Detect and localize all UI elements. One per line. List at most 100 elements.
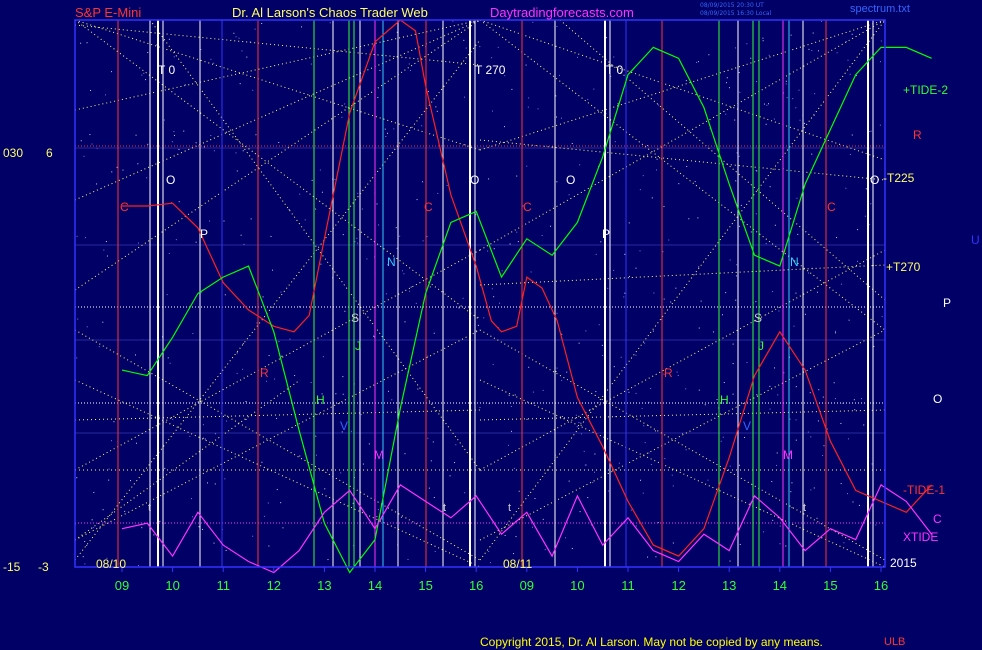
star-dot (102, 509, 104, 511)
star-dot (698, 327, 700, 329)
star-dot (434, 551, 436, 553)
star-dot (707, 479, 709, 481)
star-dot (774, 224, 776, 226)
star-dot (210, 135, 212, 137)
star-dot (663, 206, 665, 208)
star-dot (224, 478, 226, 480)
star-dot (510, 430, 512, 432)
chart-title: Dr. Al Larson's Chaos Trader Web (232, 5, 428, 20)
star-dot (299, 455, 301, 457)
star-dot (685, 80, 687, 82)
star-dot (676, 371, 678, 373)
star-dot (488, 178, 490, 180)
star-dot (635, 267, 637, 269)
x-tick-label: 16 (469, 578, 483, 593)
star-dot (354, 241, 356, 243)
site-link[interactable]: Daytradingforecasts.com (490, 5, 634, 20)
star-dot (76, 477, 78, 479)
star-dot (762, 40, 764, 42)
star-dot (848, 319, 850, 321)
star-dot (122, 169, 124, 171)
star-dot (565, 537, 567, 539)
star-dot (575, 414, 577, 416)
star-dot (813, 487, 815, 489)
star-dot (602, 354, 604, 356)
star-dot (368, 443, 370, 445)
star-dot (773, 118, 775, 120)
star-dot (556, 312, 558, 314)
star-dot (556, 181, 558, 183)
star-dot (847, 59, 849, 61)
star-dot (246, 56, 248, 58)
annotation-s: S (754, 311, 763, 325)
star-dot (141, 527, 143, 529)
star-dot (409, 290, 411, 292)
source-file-label: spectrum.txt (850, 3, 910, 15)
star-dot (319, 169, 321, 171)
star-dot (241, 50, 243, 52)
star-dot (76, 235, 78, 237)
star-dot (110, 71, 112, 73)
star-dot (393, 128, 395, 130)
star-dot (771, 481, 773, 483)
star-dot (236, 372, 238, 374)
star-dot (797, 233, 799, 235)
star-dot (206, 482, 208, 484)
star-dot (310, 63, 312, 65)
star-dot (732, 393, 734, 395)
event-lines (117, 20, 874, 567)
star-dot (726, 77, 728, 79)
star-dot (755, 81, 757, 83)
star-dot (688, 218, 690, 220)
star-dot (697, 217, 699, 219)
timestamp-ut: 08/09/2015 20:30 UT (700, 2, 764, 9)
star-dot (504, 534, 506, 536)
projection-line (479, 19, 886, 561)
annotation-j: J (355, 339, 361, 353)
star-dot (708, 54, 710, 56)
label-plus-tide-2: +TIDE-2 (903, 83, 949, 97)
star-dot (463, 39, 465, 41)
projection-line (74, 19, 481, 151)
star-dot (817, 420, 819, 422)
star-dot (765, 123, 767, 125)
star-dot (86, 42, 88, 44)
star-dot (416, 199, 418, 201)
star-dot (344, 310, 346, 312)
star-dot (501, 270, 503, 272)
star-dot (341, 116, 343, 118)
star-dot (192, 333, 194, 335)
star-dot (289, 338, 291, 340)
star-dot (620, 356, 622, 358)
star-dot (785, 83, 787, 85)
star-dot (725, 292, 727, 294)
label-r: R (913, 128, 922, 142)
star-dot (568, 194, 570, 196)
star-dot (814, 93, 816, 95)
x-axis-ticks: 09 10 11 12 13 14 15 16 09 10 11 12 13 14 15 16 (115, 567, 888, 593)
x-tick-label: 12 (267, 578, 281, 593)
annotation-c: C (120, 200, 129, 214)
star-dot (528, 97, 530, 99)
star-dot (653, 292, 655, 294)
annotation-s: S (351, 311, 360, 325)
x-tick-label: 15 (823, 578, 837, 593)
star-dot (809, 392, 811, 394)
star-dot (725, 82, 727, 84)
star-dot (840, 422, 842, 424)
star-dot (735, 275, 737, 277)
star-dot (628, 391, 630, 393)
star-dot (235, 36, 237, 38)
star-dot (823, 445, 825, 447)
star-dot (93, 491, 95, 493)
star-dot (430, 460, 432, 462)
star-dot (96, 183, 98, 185)
star-dot (811, 153, 813, 155)
star-dot (578, 342, 580, 344)
star-dot (571, 547, 573, 549)
star-dot (534, 498, 536, 500)
star-dot (870, 203, 872, 205)
star-dot (91, 143, 93, 145)
star-dot (729, 259, 731, 261)
projection-line (479, 264, 886, 286)
